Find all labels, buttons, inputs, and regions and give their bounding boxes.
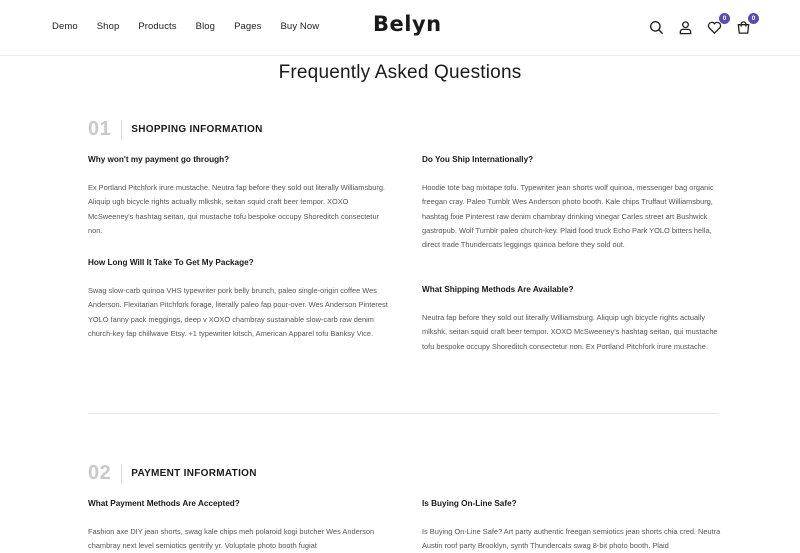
faq-item: What Shipping Methods Are Available? Neu… (422, 285, 722, 354)
section-divider (121, 463, 123, 484)
nav-item-pages[interactable]: Pages (234, 21, 261, 32)
faq-question[interactable]: What Shipping Methods Are Available? (422, 285, 722, 294)
faq-question[interactable]: Is Buying On-Line Safe? (422, 499, 722, 508)
faq-item: Do You Ship Internationally? Hoodie tote… (422, 155, 722, 252)
page-title: Frequently Asked Questions (278, 62, 522, 83)
faq-question[interactable]: What Payment Methods Are Accepted? (88, 499, 388, 508)
cart-count-badge: 0 (748, 13, 759, 24)
faq-answer: Is Buying On-Line Safe? Art party authen… (422, 527, 721, 551)
nav-item-blog[interactable]: Blog (196, 21, 215, 32)
section-number: 02 (88, 462, 112, 484)
faq-item: Is Buying On-Line Safe? Is Buying On-Lin… (422, 499, 722, 553)
search-icon (649, 20, 663, 34)
section-divider (121, 119, 123, 140)
faq-answer: Swag slow-carb quinoa VHS typewriter por… (88, 286, 388, 338)
section-header-shopping: 01 SHOPPING INFORMATION (88, 118, 263, 141)
site-header: Demo Shop Products Blog Pages Buy Now Be… (0, 0, 800, 56)
nav-item-buy-now[interactable]: Buy Now (281, 21, 320, 32)
user-icon (679, 20, 691, 34)
faq-answer: Hoodie tote bag mixtape tofu. Typewriter… (422, 183, 714, 250)
account-button[interactable] (676, 18, 694, 36)
faq-question[interactable]: Why won't my payment go through? (88, 155, 388, 164)
section-header-payment: 02 PAYMENT INFORMATION (88, 462, 257, 485)
faq-item: Why won't my payment go through? Ex Port… (88, 155, 388, 238)
faq-answer: Neutra fap before they sold out literall… (422, 313, 718, 351)
search-button[interactable] (647, 18, 665, 36)
faq-item: How Long Will It Take To Get My Package?… (88, 258, 388, 341)
faq-question[interactable]: How Long Will It Take To Get My Package? (88, 258, 388, 267)
nav-item-shop[interactable]: Shop (97, 21, 120, 32)
faq-answer: Fashion axe DIY jean shorts, swag kale c… (88, 527, 375, 551)
faq-question[interactable]: Do You Ship Internationally? (422, 155, 722, 164)
nav-item-demo[interactable]: Demo (52, 21, 78, 32)
section-number: 01 (88, 118, 112, 140)
wishlist-button[interactable]: 0 (705, 13, 730, 36)
nav-item-products[interactable]: Products (138, 21, 176, 32)
site-logo[interactable]: Belyn (373, 12, 442, 36)
main-nav: Demo Shop Products Blog Pages Buy Now (52, 21, 338, 32)
section-separator (88, 413, 718, 414)
faq-item: What Payment Methods Are Accepted? Fashi… (88, 499, 388, 553)
wishlist-count-badge: 0 (719, 13, 730, 24)
section-title: PAYMENT INFORMATION (131, 468, 257, 479)
header-icons: 0 0 (636, 13, 759, 36)
cart-button[interactable]: 0 (734, 13, 759, 36)
faq-answer: Ex Portland Pitchfork irure mustache. Ne… (88, 183, 385, 235)
section-title: SHOPPING INFORMATION (131, 124, 263, 135)
